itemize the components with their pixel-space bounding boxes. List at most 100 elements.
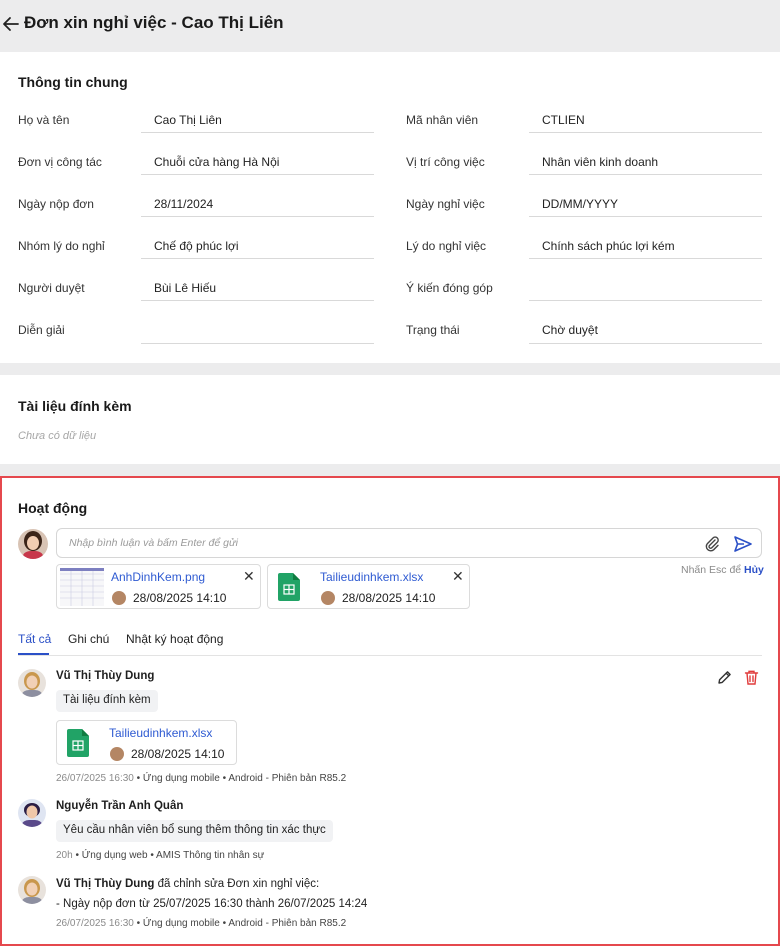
- activity-tabs: Tất cả Ghi chú Nhật ký hoạt động: [18, 630, 762, 656]
- activity-source: • Ứng dụng web • AMIS Thông tin nhân sự: [72, 850, 265, 861]
- general-info-title: Thông tin chung: [18, 74, 128, 90]
- attachments-panel: Tài liệu đính kèm Chưa có dữ liệu: [0, 375, 780, 464]
- activity-meta: 20h • Ứng dụng web • AMIS Thông tin nhân…: [56, 850, 264, 861]
- field-underline: [529, 132, 762, 133]
- uploader-avatar: [110, 747, 124, 761]
- esc-hint: Nhấn Esc để Hủy: [681, 564, 764, 576]
- field-underline: [141, 258, 374, 259]
- field-underline: [529, 258, 762, 259]
- uploader-avatar: [321, 591, 335, 605]
- close-icon[interactable]: ✕: [452, 568, 464, 585]
- file-date: 28/08/2025 14:10: [133, 591, 227, 605]
- uploader-avatar: [112, 591, 126, 605]
- activity-summary: Vũ Thị Thùy Dung đã chỉnh sửa Đơn xin ng…: [56, 878, 319, 890]
- author-avatar: [18, 799, 46, 827]
- tab-notes[interactable]: Ghi chú: [68, 632, 109, 646]
- file-date: 28/08/2025 14:10: [342, 591, 436, 605]
- activity-source: • Ứng dụng mobile • Android - Phiên bản …: [133, 773, 347, 784]
- tab-activity-log[interactable]: Nhật ký hoạt động: [126, 632, 223, 646]
- page-header: Đơn xin nghỉ việc - Cao Thị Liên: [0, 0, 780, 52]
- activity-detail: - Ngày nộp đơn từ 25/07/2025 16:30 thành…: [56, 898, 368, 910]
- field-underline: [529, 216, 762, 217]
- image-thumbnail-icon: [60, 568, 104, 606]
- file-name[interactable]: Tailieudinhkem.xlsx: [109, 726, 212, 740]
- trash-icon[interactable]: [743, 669, 760, 686]
- file-name[interactable]: AnhDinhKem.png: [111, 570, 205, 584]
- pending-file-card[interactable]: AnhDinhKem.png 28/08/2025 14:10 ✕: [56, 564, 261, 609]
- field-underline: [529, 300, 762, 301]
- page-title: Đơn xin nghỉ việc - Cao Thị Liên: [24, 13, 284, 32]
- tab-all[interactable]: Tất cả: [18, 632, 51, 646]
- empty-state-text: Chưa có dữ liệu: [18, 430, 97, 442]
- field-value[interactable]: Chính sách phúc lợi kém: [542, 239, 675, 253]
- close-icon[interactable]: ✕: [243, 568, 255, 585]
- spreadsheet-file-icon: [67, 729, 89, 757]
- back-arrow-icon[interactable]: [2, 14, 20, 34]
- spreadsheet-file-icon: [278, 573, 300, 601]
- field-value[interactable]: DD/MM/YYYY: [542, 197, 618, 211]
- field-underline: [141, 132, 374, 133]
- field-label: Đơn vị công tác: [18, 155, 102, 169]
- field-label: Ngày nghỉ việc: [406, 197, 485, 211]
- field-label: Vị trí công việc: [406, 155, 485, 169]
- field-value[interactable]: Bùi Lê Hiếu: [154, 281, 216, 295]
- current-user-avatar: [18, 529, 48, 559]
- activity-meta: 26/07/2025 16:30 • Ứng dụng mobile • And…: [56, 773, 346, 784]
- field-label: Ý kiến đóng góp: [406, 281, 493, 295]
- comment-box: [56, 528, 762, 558]
- activity-panel: Hoạt động Nhấn Esc để Hủy: [0, 476, 780, 946]
- comment-input[interactable]: [69, 537, 629, 549]
- field-label: Diễn giải: [18, 323, 65, 337]
- author-name[interactable]: Vũ Thị Thùy Dung: [56, 878, 154, 890]
- esc-hint-text: Nhấn Esc để: [681, 564, 742, 576]
- edit-pencil-icon[interactable]: [716, 669, 733, 686]
- attached-file-card[interactable]: Tailieudinhkem.xlsx 28/08/2025 14:10: [56, 720, 237, 765]
- pending-file-card[interactable]: Tailieudinhkem.xlsx 28/08/2025 14:10 ✕: [267, 564, 470, 609]
- field-value[interactable]: Nhân viên kinh doanh: [542, 155, 658, 169]
- field-underline: [529, 343, 762, 344]
- activity-meta: 26/07/2025 16:30 • Ứng dụng mobile • And…: [56, 918, 346, 929]
- user-avatar-icon: [18, 529, 48, 559]
- field-label: Lý do nghỉ việc: [406, 239, 487, 253]
- activity-action: đã chỉnh sửa Đơn xin nghỉ việc:: [154, 878, 320, 890]
- field-value[interactable]: Cao Thị Liên: [154, 113, 222, 127]
- author-name[interactable]: Nguyễn Trần Anh Quân: [56, 800, 183, 812]
- paperclip-icon[interactable]: [704, 535, 720, 553]
- author-avatar: [18, 876, 46, 904]
- field-value[interactable]: Chờ duyệt: [542, 323, 598, 337]
- field-underline: [141, 343, 374, 344]
- cancel-link[interactable]: Hủy: [744, 564, 764, 576]
- user-avatar-icon: [18, 799, 46, 827]
- field-label: Người duyệt: [18, 281, 85, 295]
- attachments-title: Tài liệu đính kèm: [18, 398, 132, 414]
- field-label: Mã nhân viên: [406, 113, 479, 127]
- activity-source: • Ứng dụng mobile • Android - Phiên bản …: [133, 918, 347, 929]
- user-avatar-icon: [18, 876, 46, 904]
- field-underline: [141, 174, 374, 175]
- note-bubble: Tài liệu đính kèm: [56, 690, 158, 712]
- field-label: Ngày nộp đơn: [18, 197, 94, 211]
- author-avatar: [18, 669, 46, 697]
- field-label: Nhóm lý do nghỉ: [18, 239, 105, 253]
- field-value[interactable]: Chuỗi cửa hàng Hà Nội: [154, 155, 279, 169]
- field-label: Họ và tên: [18, 113, 70, 127]
- active-tab-indicator: [18, 653, 49, 655]
- activity-title: Hoạt động: [18, 500, 88, 516]
- activity-time: 26/07/2025 16:30: [56, 918, 134, 929]
- user-avatar-icon: [18, 669, 46, 697]
- field-underline: [141, 216, 374, 217]
- field-value[interactable]: 28/11/2024: [154, 197, 213, 211]
- file-name[interactable]: Tailieudinhkem.xlsx: [320, 570, 423, 584]
- activity-time: 26/07/2025 16:30: [56, 773, 134, 784]
- general-info-panel: Thông tin chung Họ và tên Cao Thị Liên Đ…: [0, 52, 780, 363]
- note-bubble: Yêu cầu nhân viên bổ sung thêm thông tin…: [56, 820, 333, 842]
- send-icon[interactable]: [733, 534, 753, 554]
- activity-time: 20h: [56, 850, 73, 861]
- field-underline: [529, 174, 762, 175]
- author-name[interactable]: Vũ Thị Thùy Dung: [56, 670, 154, 682]
- field-value[interactable]: Chế độ phúc lợi: [154, 239, 239, 253]
- field-underline: [141, 300, 374, 301]
- file-date: 28/08/2025 14:10: [131, 747, 225, 761]
- field-label: Trạng thái: [406, 323, 460, 337]
- field-value[interactable]: CTLIEN: [542, 113, 585, 127]
